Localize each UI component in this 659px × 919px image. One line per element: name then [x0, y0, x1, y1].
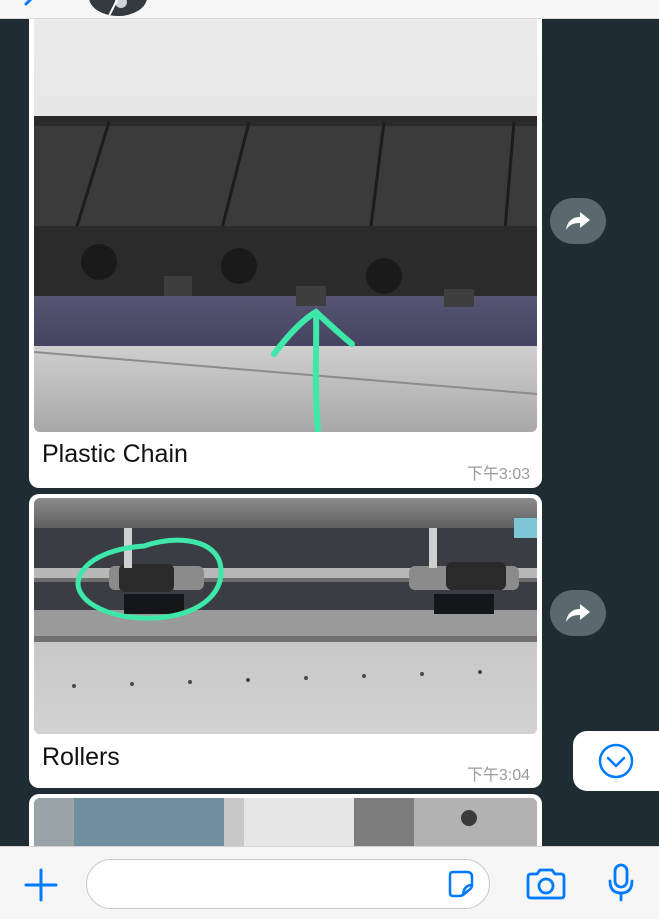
camera-icon[interactable] — [524, 867, 568, 906]
message-timestamp: 下午3:04 — [466, 767, 530, 784]
chat-area[interactable]: Plastic Chain 下午3:03 Rollers 下午3:04 — [0, 0, 659, 846]
message-caption: Plastic Chain — [42, 440, 188, 468]
share-forward-icon — [566, 212, 590, 230]
composer-bar — [0, 846, 659, 919]
message-input[interactable] — [86, 859, 490, 909]
rollers-photo — [34, 498, 537, 734]
chat-header — [0, 0, 659, 19]
message-text-field[interactable] — [105, 868, 439, 900]
chevron-down-circle-icon — [598, 743, 634, 779]
message-image[interactable] — [34, 498, 537, 734]
message-caption: Rollers — [42, 743, 120, 771]
message-bubble[interactable]: Rollers 下午3:04 — [29, 494, 542, 788]
scroll-to-bottom-button[interactable] — [573, 731, 659, 791]
machine-frame-photo — [34, 798, 537, 846]
forward-button[interactable] — [550, 590, 606, 636]
plastic-chain-photo — [34, 0, 537, 432]
avatar[interactable] — [89, 0, 147, 16]
plus-icon[interactable] — [22, 866, 60, 909]
forward-button[interactable] — [550, 198, 606, 244]
message-image[interactable] — [34, 0, 537, 432]
message-timestamp: 下午3:03 — [466, 466, 530, 483]
message-bubble[interactable]: Plastic Chain 下午3:03 — [29, 0, 542, 488]
sticker-icon[interactable] — [445, 869, 475, 904]
chevron-left-icon[interactable] — [22, 0, 38, 19]
share-forward-icon — [566, 604, 590, 622]
message-bubble[interactable] — [29, 794, 542, 846]
message-image[interactable] — [34, 798, 537, 846]
microphone-icon[interactable] — [605, 863, 637, 908]
